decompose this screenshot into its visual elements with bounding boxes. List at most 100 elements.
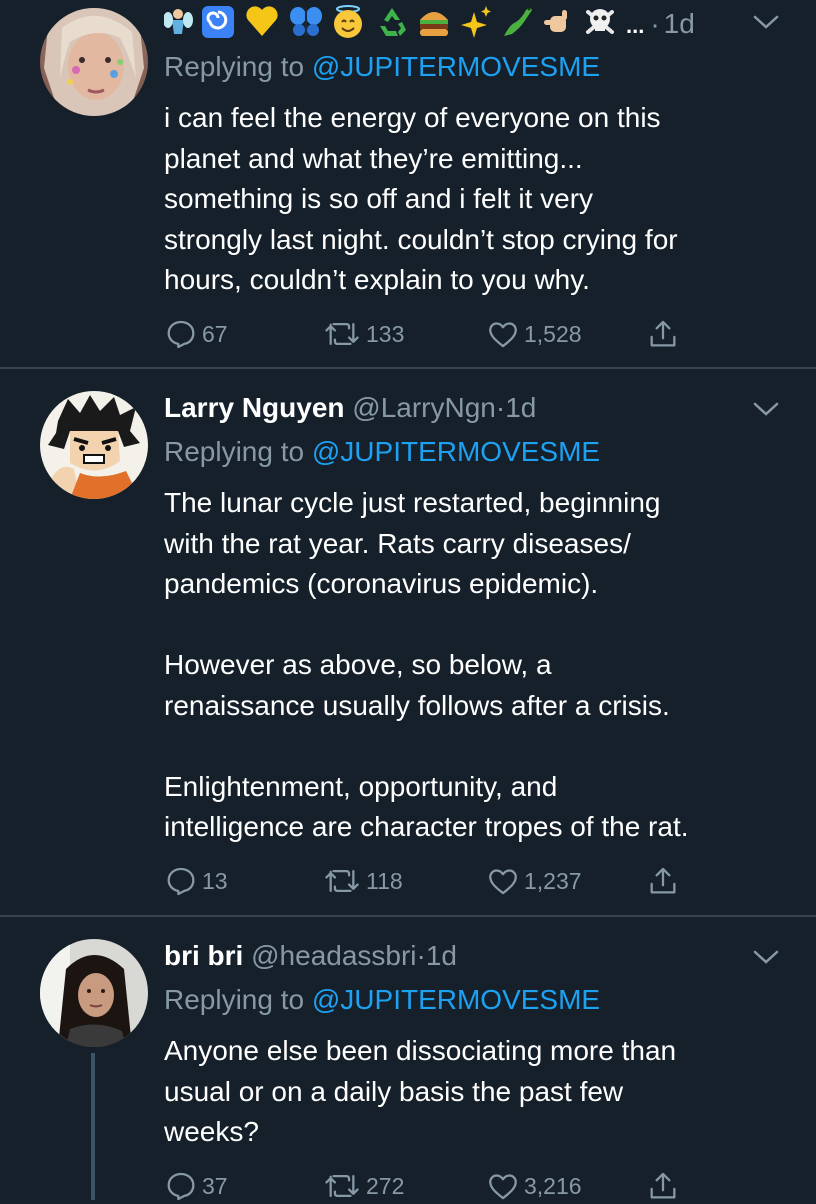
- tweet-text: i can feel the energy of everyone on thi…: [164, 98, 804, 301]
- reply-icon: [167, 867, 195, 896]
- share-icon: [650, 320, 676, 347]
- share-icon: [650, 867, 676, 894]
- tweet-text-line: hours, couldn’t explain to you why.: [164, 264, 590, 295]
- reply-icon: [167, 1172, 195, 1201]
- fairy-icon: [163, 9, 193, 34]
- recycling-symbol-icon: [380, 8, 406, 36]
- replying-to-mention[interactable]: @JUPITERMOVESME: [312, 436, 600, 467]
- cyclone-icon: [202, 6, 234, 38]
- retweet-icon: [325, 322, 359, 346]
- tweet-text-line: something is so off and i felt it very: [164, 183, 594, 214]
- reply-button[interactable]: 13: [164, 863, 228, 899]
- tweet-text-line: Enlightenment, opportunity, and: [164, 770, 558, 802]
- sparkles-icon: [461, 6, 491, 38]
- tweet-header: ... · 1d: [163, 4, 695, 48]
- reply-button[interactable]: 67: [164, 316, 228, 352]
- tweet-header: Larry Nguyen @LarryNgn·1d: [164, 391, 536, 425]
- reply-icon: [167, 320, 195, 349]
- tweet-text-line: planet and what they’re emitting...: [164, 142, 583, 174]
- thread-line: [91, 1053, 95, 1200]
- lizard-icon: [504, 7, 532, 36]
- retweet-icon: [325, 1174, 359, 1198]
- chevron-down-icon[interactable]: [752, 12, 780, 32]
- tweet-text-line: strongly last night. couldn’t stop cryin…: [164, 223, 678, 255]
- tweet-text-line: i can feel the energy of everyone on thi…: [164, 102, 661, 133]
- tweet-2[interactable]: Larry Nguyen @LarryNgn·1d Replying to @J…: [0, 369, 816, 915]
- user-handle[interactable]: @LarryNgn: [352, 392, 496, 423]
- like-icon: [489, 322, 517, 348]
- tweet-1[interactable]: ... · 1d Replying to @JUPITERMOVESME i can…: [0, 0, 816, 368]
- tweet-actions: 67 133 1,528: [164, 316, 704, 352]
- tweet-text-line: usual or on a daily basis the past few: [164, 1075, 624, 1107]
- chevron-down-icon[interactable]: [752, 947, 780, 967]
- reply-count: 13: [202, 867, 228, 894]
- reply-button[interactable]: 37: [164, 1168, 228, 1204]
- like-button[interactable]: 1,528: [486, 316, 582, 352]
- retweet-button[interactable]: 272: [322, 1168, 404, 1204]
- tweet-text-line: Anyone else been dissociating more than: [164, 1035, 677, 1066]
- share-button[interactable]: [646, 316, 680, 352]
- display-name[interactable]: Larry Nguyen: [164, 392, 345, 423]
- display-name[interactable]: bri bri: [164, 940, 243, 971]
- yellow-heart-icon: [246, 6, 278, 36]
- tweet-time[interactable]: 1d: [505, 392, 536, 423]
- reply-count: 67: [202, 320, 228, 347]
- separator-dot: ·: [650, 8, 660, 40]
- tweet-text-line: pandemics (coronavirus epidemic).: [164, 568, 599, 599]
- user-handle[interactable]: @headassbri: [251, 940, 416, 971]
- share-button[interactable]: [646, 1168, 680, 1204]
- tweet-text-line: The lunar cycle just restarted, beginnin…: [164, 487, 661, 518]
- tweet-text-line: with the rat year. Rats carry diseases/: [164, 527, 631, 559]
- replying-to: Replying to @JUPITERMOVESME: [164, 435, 600, 469]
- paragraph-spacer: [164, 726, 804, 767]
- tweet-header: bri bri @headassbri·1d: [164, 939, 457, 973]
- butterfly-icon: [290, 7, 322, 36]
- tweet-text-line: However as above, so below, a: [164, 649, 552, 680]
- separator-dot: ·: [495, 392, 506, 423]
- tweet-actions: 13 118 1,237: [164, 863, 704, 899]
- chevron-down-icon[interactable]: [752, 399, 780, 419]
- reply-count: 37: [202, 1172, 228, 1199]
- tweet-text-line: renaissance usually follows after a cris…: [164, 689, 670, 721]
- retweet-button[interactable]: 118: [322, 863, 403, 899]
- replying-to: Replying to @JUPITERMOVESME: [164, 50, 600, 84]
- tweet-text-line: intelligence are character tropes of the…: [164, 811, 689, 842]
- like-icon: [489, 869, 517, 895]
- tweet-actions: 37 272 3,216: [164, 1168, 704, 1204]
- like-count: 1,237: [524, 867, 582, 894]
- tweet-time[interactable]: 1d: [426, 940, 457, 971]
- like-count: 3,216: [524, 1172, 582, 1199]
- avatar[interactable]: [40, 8, 148, 116]
- skull-and-crossbones-icon: [586, 9, 614, 34]
- call-me-hand-icon: [544, 10, 567, 32]
- separator-dot: ·: [416, 940, 426, 971]
- name-ellipsis: ...: [626, 13, 645, 39]
- retweet-button[interactable]: 133: [322, 316, 404, 352]
- paragraph-spacer: [164, 605, 804, 646]
- replying-to-mention[interactable]: @JUPITERMOVESME: [312, 51, 600, 82]
- tweet-time[interactable]: 1d: [664, 8, 695, 39]
- like-button[interactable]: 3,216: [486, 1168, 582, 1204]
- share-icon: [650, 1172, 676, 1199]
- tweet-text-line: weeks?: [164, 1116, 259, 1147]
- retweet-count: 118: [366, 867, 403, 894]
- tweet-text: Anyone else been dissociating more than …: [164, 1031, 804, 1153]
- replying-to: Replying to @JUPITERMOVESME: [164, 983, 600, 1017]
- replying-to-label: Replying to: [164, 51, 305, 82]
- avatar[interactable]: [40, 939, 148, 1047]
- replying-to-mention[interactable]: @JUPITERMOVESME: [312, 984, 600, 1015]
- like-icon: [489, 1174, 517, 1200]
- retweet-count: 133: [366, 320, 405, 347]
- like-button[interactable]: 1,237: [486, 863, 582, 899]
- avatar[interactable]: [40, 391, 148, 499]
- tweet-3[interactable]: bri bri @headassbri·1d Replying to @JUPI…: [0, 917, 816, 1201]
- tweet-text: The lunar cycle just restarted, beginnin…: [164, 483, 804, 848]
- share-button[interactable]: [646, 863, 680, 899]
- emoji-display-name[interactable]: [163, 4, 664, 48]
- like-count: 1,528: [524, 320, 582, 347]
- hamburger-icon: [420, 12, 448, 36]
- replying-to-label: Replying to: [164, 436, 305, 467]
- smiling-face-with-halo-icon: [334, 5, 362, 38]
- retweet-icon: [325, 869, 359, 893]
- replying-to-label: Replying to: [164, 984, 305, 1015]
